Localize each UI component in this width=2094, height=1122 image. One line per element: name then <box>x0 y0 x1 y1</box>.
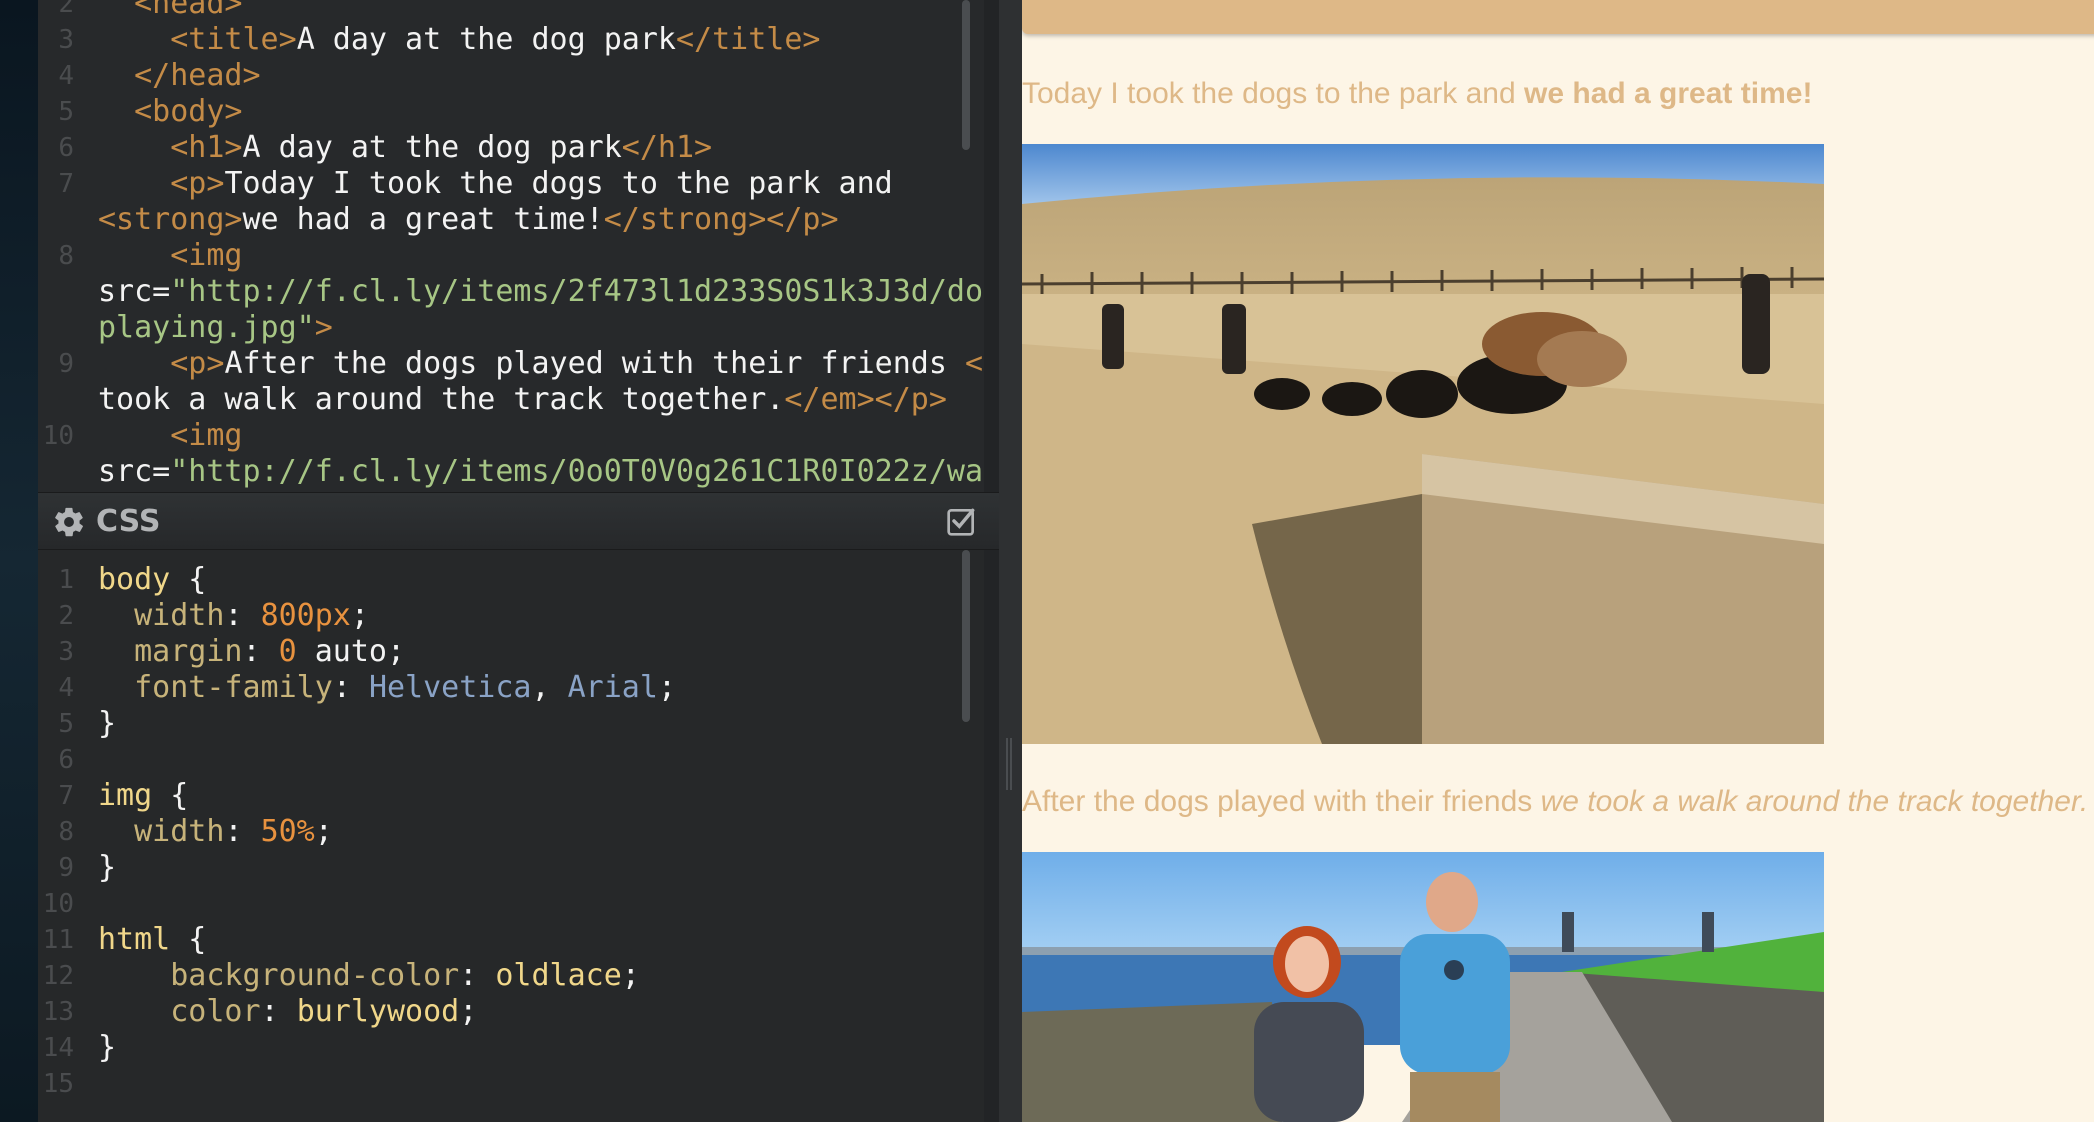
line-number: 8 <box>58 241 74 271</box>
css-code-line[interactable]: 9} <box>38 850 984 886</box>
css-code-line[interactable]: 8 width: 50%; <box>38 814 984 850</box>
code-text: <body> <box>98 94 243 129</box>
css-code-line[interactable]: 15 <box>38 1066 984 1102</box>
html-code-line[interactable]: src="http://f.cl.ly/items/0o0T0V0g261C1R… <box>38 454 984 490</box>
line-number: 3 <box>58 637 74 667</box>
line-number: 10 <box>42 421 74 451</box>
strong-text: we had a great time! <box>1524 77 1813 110</box>
html-code-pane[interactable]: 2 <head> 3 <title>A day at the dog park</… <box>38 0 984 492</box>
css-code-line[interactable]: 12 background-color: oldlace; <box>38 958 984 994</box>
code-text: took a walk around the track together.</… <box>98 382 947 417</box>
css-code-line[interactable]: 6 <box>38 742 984 778</box>
paragraph-1: Today I took the dogs to the park and we… <box>1022 77 1813 110</box>
html-code-line[interactable]: src="http://f.cl.ly/items/2f473l1d233S0S… <box>38 274 984 310</box>
html-code-line[interactable]: 7 <p>Today I took the dogs to the park a… <box>38 166 984 202</box>
html-code-line[interactable]: <strong>we had a great time!</strong></p… <box>38 202 984 238</box>
html-code-line[interactable]: 10 <img <box>38 418 984 454</box>
walking-photo <box>1022 852 1824 1122</box>
code-text: } <box>98 706 117 741</box>
emphasis-text: we took a walk around the track together… <box>1540 785 2089 818</box>
divider-grip[interactable] <box>1006 738 1014 790</box>
css-code-line[interactable]: 5} <box>38 706 984 742</box>
preview-pane: Today I took the dogs to the park and we… <box>1022 0 2094 1122</box>
html-scrollbar[interactable] <box>962 0 970 150</box>
html-code-line[interactable]: playing.jpg"> <box>38 310 984 346</box>
code-text: src="http://f.cl.ly/items/0o0T0V0g261C1R… <box>98 454 984 489</box>
code-text: <strong>we had a great time!</strong></p… <box>98 202 839 237</box>
css-panel-header: CSS <box>38 492 999 550</box>
pane-divider[interactable] <box>999 0 1022 1122</box>
line-number: 15 <box>42 1069 74 1099</box>
line-number: 4 <box>58 61 74 91</box>
css-code-line[interactable]: 7 img { <box>38 778 984 814</box>
code-text: margin: 0 auto; <box>134 634 406 669</box>
code-text: body { <box>98 562 207 597</box>
html-code-line[interactable]: 6 <h1>A day at the dog park</h1> <box>38 130 984 166</box>
html-code-line[interactable]: 8 <img <box>38 238 984 274</box>
code-text: </head> <box>98 58 261 93</box>
line-number: 1 <box>58 565 74 595</box>
code-text: color: burlywood; <box>170 994 478 1029</box>
css-code-line[interactable]: 11 html { <box>38 922 984 958</box>
css-scrollbar[interactable] <box>962 550 970 722</box>
code-text: background-color: oldlace; <box>170 958 640 993</box>
line-number: 11 <box>42 925 74 955</box>
line-number: 5 <box>58 97 74 127</box>
html-code-line[interactable]: 2 <head> <box>38 0 984 22</box>
css-code-line[interactable]: 10 <box>38 886 984 922</box>
line-number: 10 <box>42 889 74 919</box>
code-text: width: 50%; <box>134 814 333 849</box>
css-code-line[interactable]: 14} <box>38 1030 984 1066</box>
code-text: <h1>A day at the dog park</h1> <box>98 130 713 165</box>
line-number: 2 <box>58 0 74 19</box>
gear-icon[interactable] <box>52 505 86 539</box>
css-code-line[interactable]: 4 font-family: Helvetica, Arial; <box>38 670 984 706</box>
desktop-edge <box>0 0 38 1122</box>
html-code-line[interactable]: took a walk around the track together.</… <box>38 382 984 418</box>
html-code-line[interactable]: 3 <title>A day at the dog park</title> <box>38 22 984 58</box>
line-number: 12 <box>42 961 74 991</box>
css-panel-title: CSS <box>96 504 161 539</box>
code-text: html { <box>98 922 207 957</box>
code-text: width: 800px; <box>134 598 369 633</box>
line-number: 7 <box>58 781 74 811</box>
code-text: <title>A day at the dog park</title> <box>98 22 821 57</box>
html-code-line[interactable]: 5 <body> <box>38 94 984 130</box>
css-code-line[interactable]: 3 margin: 0 auto; <box>38 634 984 670</box>
code-text: <img <box>98 418 243 453</box>
code-editor: 2 <head> 3 <title>A day at the dog park</… <box>38 0 999 1122</box>
code-text: img { <box>98 778 189 813</box>
line-number: 5 <box>58 709 74 739</box>
code-text: } <box>98 1030 117 1065</box>
code-text: font-family: Helvetica, Arial; <box>134 670 676 705</box>
line-number: 6 <box>58 745 74 775</box>
paragraph-2: After the dogs played with their friends… <box>1022 785 2089 818</box>
line-number: 4 <box>58 673 74 703</box>
checkbox-icon[interactable] <box>946 505 978 537</box>
line-number: 13 <box>42 997 74 1027</box>
page-heading-band <box>1022 0 2094 34</box>
css-code-line[interactable]: 1 body { <box>38 562 984 598</box>
code-text: } <box>98 850 117 885</box>
code-text: <head> <box>98 0 243 21</box>
line-number: 3 <box>58 25 74 55</box>
line-number: 9 <box>58 349 74 379</box>
code-text: <p>After the dogs played with their frie… <box>98 346 984 381</box>
line-number: 2 <box>58 601 74 631</box>
dogs-playing-photo <box>1022 144 1824 744</box>
code-text: src="http://f.cl.ly/items/2f473l1d233S0S… <box>98 274 984 309</box>
line-number: 8 <box>58 817 74 847</box>
line-number: 14 <box>42 1033 74 1063</box>
css-code-line[interactable]: 13 color: burlywood; <box>38 994 984 1030</box>
line-number: 9 <box>58 853 74 883</box>
html-code-line[interactable]: 4 </head> <box>38 58 984 94</box>
html-code-line[interactable]: 9 <p>After the dogs played with their fr… <box>38 346 984 382</box>
css-code-pane[interactable]: 1 body {2 width: 800px; 3 margin: 0 auto; 4… <box>38 550 984 1122</box>
css-code-line[interactable]: 2 width: 800px; <box>38 598 984 634</box>
code-text: playing.jpg"> <box>98 310 333 345</box>
code-text: <img <box>98 238 243 273</box>
line-number: 6 <box>58 133 74 163</box>
code-text: <p>Today I took the dogs to the park and <box>98 166 893 201</box>
line-number: 7 <box>58 169 74 199</box>
